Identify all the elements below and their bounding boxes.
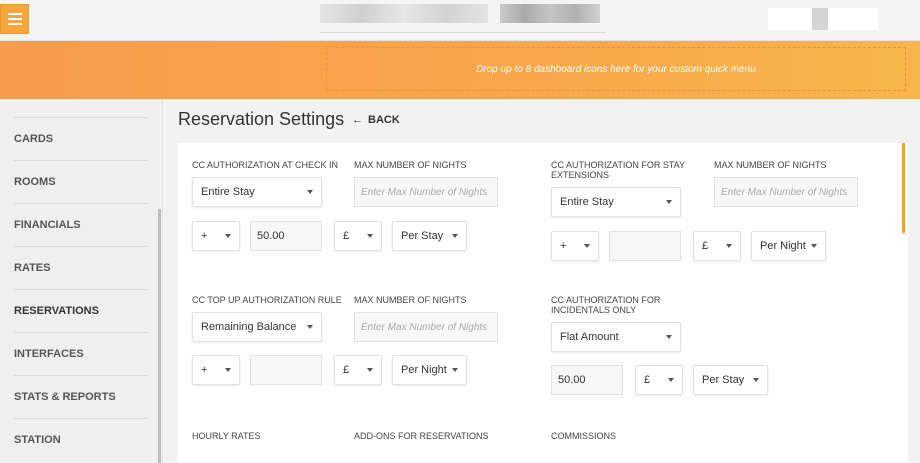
hourly-rates-label: HOURLY RATES (192, 431, 261, 441)
max-nights-label: MAX NUMBER OF NIGHTS (354, 295, 467, 305)
top-bar (0, 0, 920, 41)
cc-auth-stay-extensions-select[interactable]: Entire Stay (551, 187, 681, 217)
redacted-user (812, 8, 828, 30)
sidebar-item-station[interactable]: STATION (14, 434, 148, 446)
cc-auth-check-in-label: CC AUTHORIZATION AT CHECK IN (192, 160, 339, 170)
redacted-hotel-detail (500, 4, 600, 23)
chevron-down-icon (452, 368, 458, 372)
currency-select[interactable]: £ (635, 365, 683, 395)
chevron-down-icon (225, 368, 231, 372)
currency-select[interactable]: £ (334, 355, 382, 385)
chevron-down-icon (726, 244, 732, 248)
sign-select[interactable]: + (551, 231, 599, 261)
sidebar-item-stats-reports[interactable]: STATS & REPORTS (14, 391, 148, 403)
sidebar-item-financials[interactable]: FINANCIALS (14, 219, 148, 231)
select-value: + (560, 240, 567, 252)
add-ons-label: ADD-ONS FOR RESERVATIONS (354, 431, 489, 441)
unit-select[interactable]: Per Night (751, 231, 826, 261)
chevron-down-icon (666, 200, 672, 204)
sidebar-item-rates[interactable]: RATES (14, 262, 148, 274)
sidebar-scrollbar[interactable] (158, 209, 161, 463)
chevron-down-icon (307, 190, 313, 194)
menu-line-icon (7, 23, 22, 25)
chevron-down-icon (452, 234, 458, 238)
select-value: Per Stay (702, 374, 745, 386)
chevron-down-icon (666, 335, 672, 339)
select-value: £ (644, 374, 651, 386)
quick-menu-hint: Drop up to 8 dashboard icons here for yo… (476, 63, 756, 75)
menu-line-icon (7, 13, 22, 15)
max-nights-input[interactable] (354, 312, 498, 342)
sidebar: CARDS ROOMS FINANCIALS RATES RESERVATION… (0, 99, 163, 463)
select-value: + (201, 230, 208, 242)
chevron-down-icon (584, 244, 590, 248)
chevron-down-icon (811, 244, 817, 248)
max-nights-input[interactable] (354, 177, 498, 207)
commissions-label: COMMISSIONS (551, 431, 617, 441)
select-value: Entire Stay (560, 196, 614, 208)
select-value: £ (343, 230, 350, 242)
sidebar-item-rooms[interactable]: ROOMS (14, 176, 148, 188)
sidebar-item-cards[interactable]: CARDS (14, 133, 148, 145)
chevron-down-icon (307, 325, 313, 329)
select-value: £ (702, 240, 709, 252)
sign-select[interactable]: + (192, 221, 240, 251)
max-nights-label: MAX NUMBER OF NIGHTS (354, 160, 467, 170)
select-value: £ (343, 364, 350, 376)
select-value: Entire Stay (201, 186, 255, 198)
hamburger-menu-button[interactable] (0, 4, 29, 34)
cc-top-up-rule-label: CC TOP UP AUTHORIZATION RULE (192, 295, 342, 305)
unit-select[interactable]: Per Stay (693, 365, 768, 395)
arrow-left-icon: ← (352, 114, 363, 126)
amount-input[interactable] (250, 355, 322, 385)
back-label: BACK (368, 114, 400, 126)
select-value: Flat Amount (560, 331, 619, 343)
sidebar-divider (14, 418, 148, 419)
chevron-down-icon (753, 378, 759, 382)
redacted-hotel-name (320, 4, 488, 23)
currency-select[interactable]: £ (693, 231, 741, 261)
chevron-down-icon (367, 368, 373, 372)
panel-scrollbar[interactable] (902, 143, 905, 233)
user-menu[interactable] (768, 8, 878, 30)
page-title: Reservation Settings (178, 109, 345, 129)
amount-input[interactable] (551, 365, 623, 395)
sign-select[interactable]: + (192, 355, 240, 385)
select-value: + (201, 364, 208, 376)
unit-select[interactable]: Per Night (392, 355, 467, 385)
chevron-down-icon (225, 234, 231, 238)
currency-select[interactable]: £ (334, 221, 382, 251)
sidebar-item-interfaces[interactable]: INTERFACES (14, 348, 148, 360)
title-underline (320, 32, 606, 33)
select-value: Per Night (401, 364, 447, 376)
select-value: Per Night (760, 240, 806, 252)
sidebar-divider (14, 289, 148, 290)
quick-menu-drop-zone[interactable]: Drop up to 8 dashboard icons here for yo… (326, 47, 906, 91)
sidebar-divider (14, 203, 148, 204)
amount-input[interactable] (250, 221, 322, 251)
quick-menu-bar: Drop up to 8 dashboard icons here for yo… (0, 41, 920, 99)
select-value: Per Stay (401, 230, 444, 242)
cc-top-up-rule-select[interactable]: Remaining Balance (192, 312, 322, 342)
max-nights-label: MAX NUMBER OF NIGHTS (714, 160, 827, 170)
sidebar-item-reservations[interactable]: RESERVATIONS (14, 305, 148, 317)
unit-select[interactable]: Per Stay (392, 221, 467, 251)
chevron-down-icon (367, 234, 373, 238)
cc-auth-check-in-select[interactable]: Entire Stay (192, 177, 322, 207)
sidebar-divider (14, 332, 148, 333)
sidebar-divider (14, 375, 148, 376)
select-value: Remaining Balance (201, 321, 297, 333)
back-button[interactable]: ← BACK (352, 114, 400, 126)
max-nights-input[interactable] (714, 177, 858, 207)
cc-auth-incidentals-select[interactable]: Flat Amount (551, 322, 681, 352)
sidebar-divider (14, 117, 148, 118)
chevron-down-icon (668, 378, 674, 382)
sidebar-divider (14, 246, 148, 247)
cc-auth-incidentals-label: CC AUTHORIZATION FOR INCIDENTALS ONLY (551, 295, 661, 315)
sidebar-divider (14, 160, 148, 161)
cc-auth-stay-extensions-label: CC AUTHORIZATION FOR STAY EXTENSIONS (551, 160, 685, 180)
amount-input[interactable] (609, 231, 681, 261)
menu-line-icon (7, 18, 22, 20)
